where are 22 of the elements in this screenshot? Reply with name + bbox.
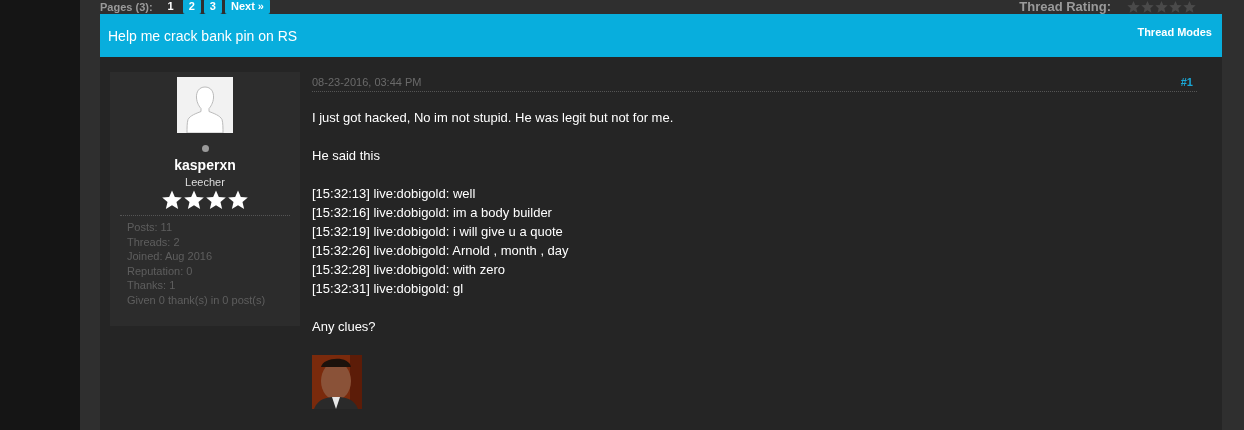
post-text: [15:32:16] live:dobigold: im a body builder <box>312 204 553 222</box>
user-rank: Leecher <box>185 176 225 188</box>
post-text: He said this <box>312 147 381 165</box>
post-text: [15:32:26] live:dobigold: Arnold , month , day <box>312 242 570 260</box>
avatar-icon[interactable] <box>177 77 233 133</box>
page-link[interactable]: 3 <box>203 0 222 14</box>
username-link[interactable]: kasperxn <box>174 157 236 173</box>
post-text: [15:32:13] live:dobigold: well <box>312 185 477 203</box>
post-text: I just got hacked, No im not stupid. He was legit but not for me. <box>312 109 675 127</box>
post-number-link[interactable]: #1 <box>1180 75 1193 88</box>
thread-title: Help me crack bank pin on RS <box>108 27 298 44</box>
post-text: Any clues? <box>312 318 377 336</box>
post-text: [15:32:28] live:dobigold: with zero <box>312 261 506 279</box>
page-link[interactable]: 1 <box>161 0 180 14</box>
pages-label: Pages (3): <box>100 0 153 14</box>
thread-modes-link[interactable]: Thread Modes <box>1137 25 1212 38</box>
next-link[interactable]: Next » <box>224 0 270 14</box>
post-date: 08-23-2016, 03:44 PM <box>312 75 422 88</box>
post-text: [15:32:19] live:dobigold: i will give u a quote <box>312 223 564 241</box>
page-link[interactable]: 2 <box>182 0 201 14</box>
post-text: [15:32:31] live:dobigold: gl <box>312 280 465 298</box>
rating-label: Thread Rating: <box>1019 0 1111 14</box>
